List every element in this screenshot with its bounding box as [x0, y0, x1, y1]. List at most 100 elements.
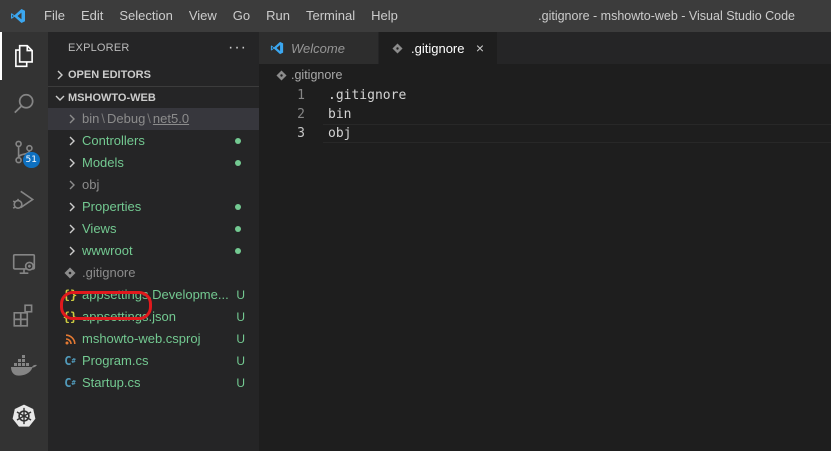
- line-number: 3: [297, 126, 305, 141]
- explorer-sidebar: EXPLORER ··· OPEN EDITORS MSHOWTO-WEB bi…: [48, 32, 259, 451]
- tree-item-program-cs[interactable]: C # Program.cs U: [48, 350, 259, 372]
- tree-item-wwwroot[interactable]: wwwroot: [48, 240, 259, 262]
- tree-item-appsettings-json[interactable]: {} appsettings.json U: [48, 306, 259, 328]
- breadcrumb: .gitignore: [259, 64, 831, 86]
- tree-item-csproj[interactable]: mshowto-web.csproj U: [48, 328, 259, 350]
- open-editors-section[interactable]: OPEN EDITORS: [48, 64, 259, 86]
- git-status-dot: [235, 226, 241, 232]
- tree-item-label: .gitignore: [82, 265, 136, 280]
- vscode-logo-icon: [269, 41, 285, 55]
- git-status-untracked: U: [236, 310, 245, 324]
- docker-icon[interactable]: [0, 342, 48, 390]
- remote-explorer-icon[interactable]: [0, 240, 48, 288]
- rss-xml-icon: [62, 331, 78, 347]
- extensions-icon[interactable]: [0, 291, 48, 339]
- menu-file[interactable]: File: [36, 0, 73, 32]
- tree-item-label: Program.cs: [82, 353, 149, 368]
- line-text: bin: [328, 107, 352, 122]
- tree-item-views[interactable]: Views: [48, 218, 259, 240]
- explorer-header: EXPLORER ···: [48, 32, 259, 64]
- line-text: .gitignore: [328, 88, 407, 103]
- folder-part-bin[interactable]: bin: [82, 111, 99, 126]
- chevron-right-icon: [64, 177, 80, 193]
- project-label: MSHOWTO-WEB: [68, 91, 156, 104]
- tree-item-appsettings-development[interactable]: {} appsettings.Developme... U: [48, 284, 259, 306]
- menu-bar: File Edit Selection View Go Run Terminal…: [36, 0, 406, 32]
- menu-run[interactable]: Run: [258, 0, 298, 32]
- breadcrumb-item[interactable]: .gitignore: [291, 68, 342, 82]
- tree-item-controllers[interactable]: Controllers: [48, 130, 259, 152]
- vscode-logo-icon: [0, 0, 36, 32]
- tab-label: .gitignore: [411, 40, 465, 56]
- tree-item-models[interactable]: Models: [48, 152, 259, 174]
- path-separator: \: [147, 111, 151, 126]
- tree-item-startup-cs[interactable]: C # Startup.cs U: [48, 372, 259, 394]
- git-status-untracked: U: [236, 376, 245, 390]
- tab-welcome[interactable]: Welcome: [259, 32, 379, 64]
- tree-item-label: obj: [82, 177, 100, 192]
- explorer-icon[interactable]: [0, 32, 48, 80]
- line-number: 2: [297, 107, 305, 122]
- git-file-icon: [62, 265, 78, 281]
- menu-terminal[interactable]: Terminal: [298, 0, 363, 32]
- code-line: 1 .gitignore: [259, 86, 831, 105]
- line-text: obj: [328, 126, 352, 141]
- code-editor[interactable]: 1 .gitignore 2 bin 3 obj: [259, 86, 831, 143]
- git-status-untracked: U: [236, 332, 245, 346]
- tree-item-properties[interactable]: Properties: [48, 196, 259, 218]
- chevron-right-icon: [64, 111, 80, 127]
- menu-view[interactable]: View: [181, 0, 225, 32]
- csharp-icon: C #: [64, 354, 76, 368]
- activity-bar: 51: [0, 32, 48, 451]
- line-number: 1: [297, 88, 305, 103]
- tree-item-gitignore[interactable]: .gitignore: [48, 262, 259, 284]
- menu-selection[interactable]: Selection: [111, 0, 180, 32]
- tree-item-label: Controllers: [82, 133, 145, 148]
- tab-label: Welcome: [291, 40, 345, 56]
- title-bar: File Edit Selection View Go Run Terminal…: [0, 0, 831, 32]
- kubernetes-icon[interactable]: [0, 392, 48, 440]
- current-line-highlight: [323, 124, 831, 143]
- chevron-down-icon: [52, 93, 68, 103]
- explorer-title: EXPLORER: [68, 42, 130, 54]
- menu-edit[interactable]: Edit: [73, 0, 111, 32]
- git-status-untracked: U: [236, 288, 245, 302]
- tree-item-label: appsettings.Developme...: [82, 287, 229, 302]
- tree-item-obj[interactable]: obj: [48, 174, 259, 196]
- tree-item-label: wwwroot: [82, 243, 133, 258]
- folder-part-net5[interactable]: net5.0: [153, 111, 189, 126]
- more-actions-icon[interactable]: ···: [228, 39, 247, 57]
- chevron-right-icon: [64, 155, 80, 171]
- source-control-badge: 51: [22, 152, 40, 168]
- project-section[interactable]: MSHOWTO-WEB: [48, 86, 259, 108]
- close-icon[interactable]: ×: [471, 39, 489, 57]
- folder-part-debug[interactable]: Debug: [107, 111, 145, 126]
- chevron-right-icon: [64, 199, 80, 215]
- git-status-untracked: U: [236, 354, 245, 368]
- tree-item-label: appsettings.json: [82, 309, 176, 324]
- source-control-icon[interactable]: 51: [0, 128, 48, 176]
- tree-item-label: Startup.cs: [82, 375, 141, 390]
- chevron-right-icon: [64, 221, 80, 237]
- csharp-icon: C #: [64, 376, 76, 390]
- menu-go[interactable]: Go: [225, 0, 258, 32]
- run-debug-icon[interactable]: [0, 176, 48, 224]
- tab-gitignore[interactable]: .gitignore ×: [379, 32, 497, 64]
- tree-item-label: Views: [82, 221, 117, 236]
- tree-item-bin-debug-net5[interactable]: bin \ Debug \ net5.0: [48, 108, 259, 130]
- chevron-right-icon: [64, 243, 80, 259]
- search-icon[interactable]: [0, 80, 48, 128]
- chevron-right-icon: [52, 70, 68, 80]
- code-line: 2 bin: [259, 105, 831, 124]
- git-status-dot: [235, 248, 241, 254]
- code-line-current: 3 obj: [259, 124, 831, 143]
- git-file-icon: [273, 69, 289, 81]
- git-status-dot: [235, 204, 241, 210]
- git-file-icon: [389, 42, 405, 54]
- tree-item-label: mshowto-web.csproj: [82, 331, 201, 346]
- menu-help[interactable]: Help: [363, 0, 406, 32]
- path-separator: \: [101, 111, 105, 126]
- json-braces-icon: {}: [62, 288, 78, 302]
- editor-area: Welcome .gitignore × .gitignore 1 .gitig…: [259, 32, 831, 451]
- json-braces-icon: {}: [62, 310, 78, 324]
